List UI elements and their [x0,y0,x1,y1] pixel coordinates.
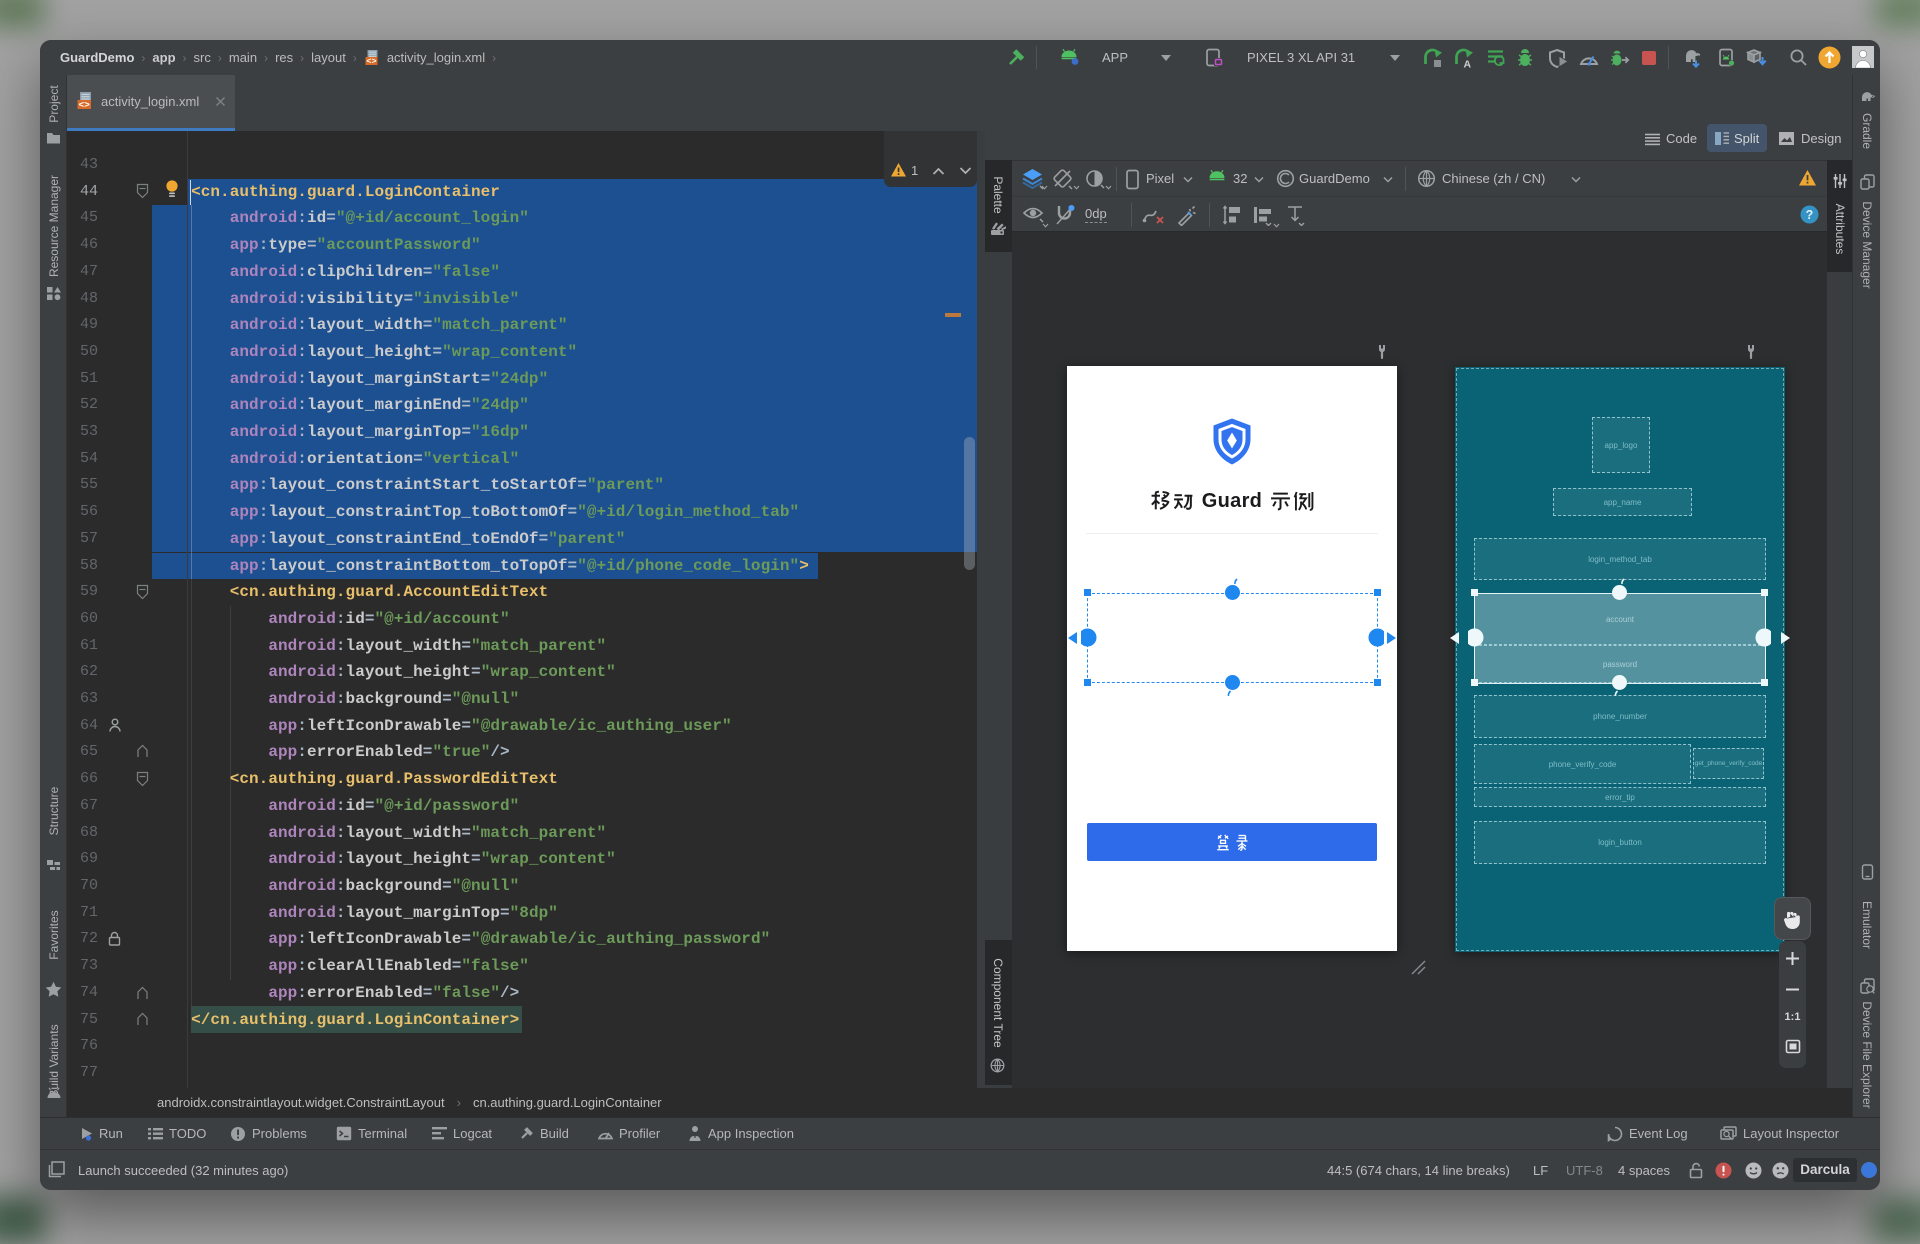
svg-text:A: A [1464,59,1472,69]
svg-text:<>: <> [366,57,376,66]
svg-text:<>: <> [78,99,90,110]
svg-text:?: ? [1806,208,1814,222]
